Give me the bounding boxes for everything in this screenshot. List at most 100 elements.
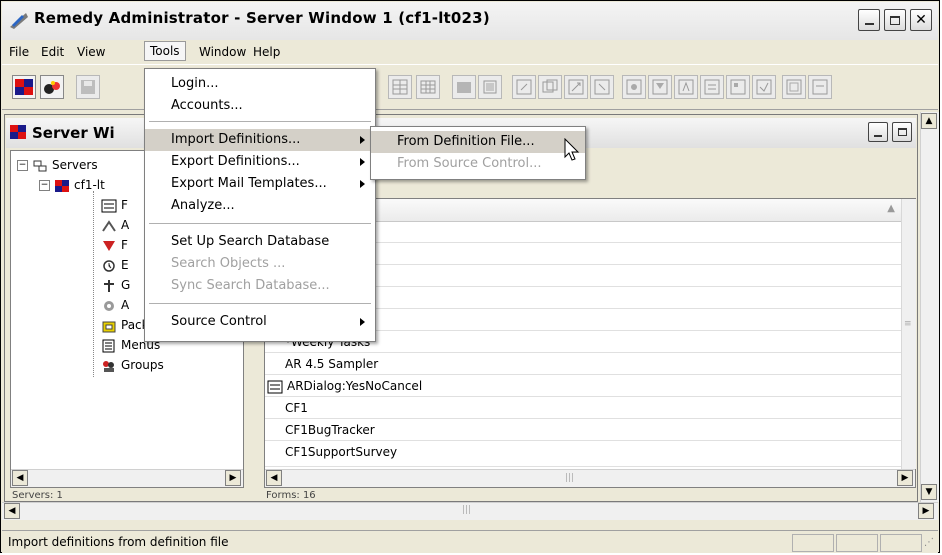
tree-scroll-right-button[interactable]: ▶ xyxy=(225,470,241,486)
tree-scroll-left-button[interactable]: ◀ xyxy=(12,470,28,486)
menu-edit[interactable]: Edit xyxy=(36,43,69,61)
menu-item-label: Export Mail Templates... xyxy=(171,176,327,191)
menu-item-export-mail-templates[interactable]: Export Mail Templates... xyxy=(145,173,375,195)
tree-node-servers[interactable]: − Servers xyxy=(17,155,98,175)
menu-item-from-definition-file[interactable]: From Definition File... xyxy=(371,131,585,153)
main-scroll-right-button[interactable]: ▶ xyxy=(918,503,934,519)
list-item[interactable]: CF1SupportSurvey xyxy=(265,441,901,467)
tree-status: Servers: 1 xyxy=(12,490,63,501)
servers-icon xyxy=(33,160,47,171)
tree-item-label: F xyxy=(121,198,128,212)
menu-tools[interactable]: Tools xyxy=(144,41,186,61)
toolbar-button-15[interactable] xyxy=(782,75,806,99)
list-item[interactable]: CF1 xyxy=(265,397,901,419)
menu-item-search-objects[interactable]: Search Objects ... xyxy=(145,253,375,275)
toolbar-button-12[interactable] xyxy=(700,75,724,99)
toolbar-button-4[interactable] xyxy=(478,75,502,99)
sort-up-icon: ▲ xyxy=(887,203,895,214)
toolbar-button-3[interactable] xyxy=(452,75,476,99)
list-item[interactable]: CF1BugTracker xyxy=(265,419,901,441)
submenu-arrow-icon xyxy=(360,158,365,166)
maximize-button[interactable] xyxy=(884,9,906,31)
toolbar-button-9[interactable] xyxy=(622,75,646,99)
toolbar-button-2[interactable] xyxy=(416,75,440,99)
maximize-icon xyxy=(897,128,907,136)
close-button[interactable]: ✕ xyxy=(910,9,932,31)
login-button[interactable] xyxy=(40,75,64,99)
tree-item-guides[interactable]: G xyxy=(101,275,130,295)
active-links-icon xyxy=(102,219,116,232)
toolbar-button-6[interactable] xyxy=(538,75,562,99)
import-definitions-submenu: From Definition File... From Source Cont… xyxy=(370,126,586,180)
tree-item-escalations[interactable]: E xyxy=(101,255,129,275)
filter-icon xyxy=(652,79,668,95)
menu-item-set-up-search-database[interactable]: Set Up Search Database xyxy=(145,231,375,253)
tree-item-label: F xyxy=(121,238,128,252)
submenu-arrow-icon xyxy=(360,136,365,144)
server-icon xyxy=(55,179,69,192)
list-vertical-scrollbar[interactable]: ≡ xyxy=(901,199,916,469)
menus-icon xyxy=(102,339,115,352)
save-icon xyxy=(81,80,95,94)
menu-view[interactable]: View xyxy=(72,43,110,61)
menu-item-from-source-control[interactable]: From Source Control... xyxy=(371,153,585,175)
toolbar-button-8[interactable] xyxy=(590,75,614,99)
arrow-down-icon: ▼ xyxy=(925,487,933,497)
form-action-icon xyxy=(568,79,584,95)
toolbar-button-7[interactable] xyxy=(564,75,588,99)
collapse-icon[interactable]: − xyxy=(17,160,28,171)
toolbar-button-1[interactable] xyxy=(388,75,412,99)
server-window-minimize-button[interactable] xyxy=(868,122,888,142)
tree-horizontal-scrollbar[interactable] xyxy=(11,469,243,487)
tree-connector xyxy=(93,191,95,377)
scroll-grip-icon: ||| xyxy=(565,473,575,483)
list-scroll-right-button[interactable]: ▶ xyxy=(897,470,913,486)
main-vertical-scrollbar[interactable] xyxy=(920,112,939,502)
menu-separator xyxy=(149,303,371,304)
list-item[interactable]: AR 4.5 Sampler xyxy=(265,353,901,375)
resize-grip-icon[interactable]: ⋰ xyxy=(924,537,934,548)
toolbar-button-14[interactable] xyxy=(752,75,776,99)
status-panel xyxy=(792,534,834,552)
tree-item-forms[interactable]: F xyxy=(101,195,128,215)
menu-file[interactable]: File xyxy=(4,43,34,61)
toolbar-button-13[interactable] xyxy=(726,75,750,99)
server-window-button[interactable] xyxy=(12,75,36,99)
server-window-icon xyxy=(15,79,33,95)
toolbar-button-16[interactable] xyxy=(808,75,832,99)
menu-item-source-control[interactable]: Source Control xyxy=(145,311,375,333)
server-window-maximize-button[interactable] xyxy=(892,122,912,142)
toolbar-button-11[interactable] xyxy=(674,75,698,99)
tree-item-applications[interactable]: A xyxy=(101,295,129,315)
menu-separator xyxy=(149,121,371,122)
tree-item-groups[interactable]: Groups xyxy=(101,355,164,375)
menu-bar: File Edit View Tools Window Help xyxy=(2,40,938,62)
menu-item-import-definitions[interactable]: Import Definitions... xyxy=(145,129,375,151)
tree-item-active-links[interactable]: A xyxy=(101,215,129,235)
menu-item-accounts[interactable]: Accounts... xyxy=(145,95,375,117)
scroll-down-button[interactable]: ▼ xyxy=(921,484,937,500)
menu-item-login[interactable]: Login... xyxy=(145,73,375,95)
toolbar-button-10[interactable] xyxy=(648,75,672,99)
tree-item-filters[interactable]: F xyxy=(101,235,128,255)
menu-item-sync-search-database[interactable]: Sync Search Database... xyxy=(145,275,375,297)
guide-icon xyxy=(704,79,720,95)
minimize-button[interactable] xyxy=(858,9,880,31)
menu-item-analyze[interactable]: Analyze... xyxy=(145,195,375,217)
server-window-icon xyxy=(10,125,26,139)
scroll-grip-icon: ||| xyxy=(462,505,472,515)
list-horizontal-scrollbar[interactable] xyxy=(265,469,915,487)
save-button[interactable] xyxy=(76,75,100,99)
menu-help[interactable]: Help xyxy=(248,43,285,61)
menu-window[interactable]: Window xyxy=(194,43,251,61)
packing-list-icon xyxy=(756,79,772,95)
arrow-right-icon: ▶ xyxy=(229,473,237,483)
collapse-icon[interactable]: − xyxy=(39,180,50,191)
list-item[interactable]: ARDialog:YesNoCancel xyxy=(265,375,901,397)
main-scroll-left-button[interactable]: ◀ xyxy=(4,503,20,519)
list-scroll-left-button[interactable]: ◀ xyxy=(266,470,282,486)
menu-item-export-definitions[interactable]: Export Definitions... xyxy=(145,151,375,173)
scroll-up-button[interactable]: ▲ xyxy=(921,113,937,129)
toolbar-button-5[interactable] xyxy=(512,75,536,99)
scroll-grip-icon: ≡ xyxy=(904,319,912,329)
